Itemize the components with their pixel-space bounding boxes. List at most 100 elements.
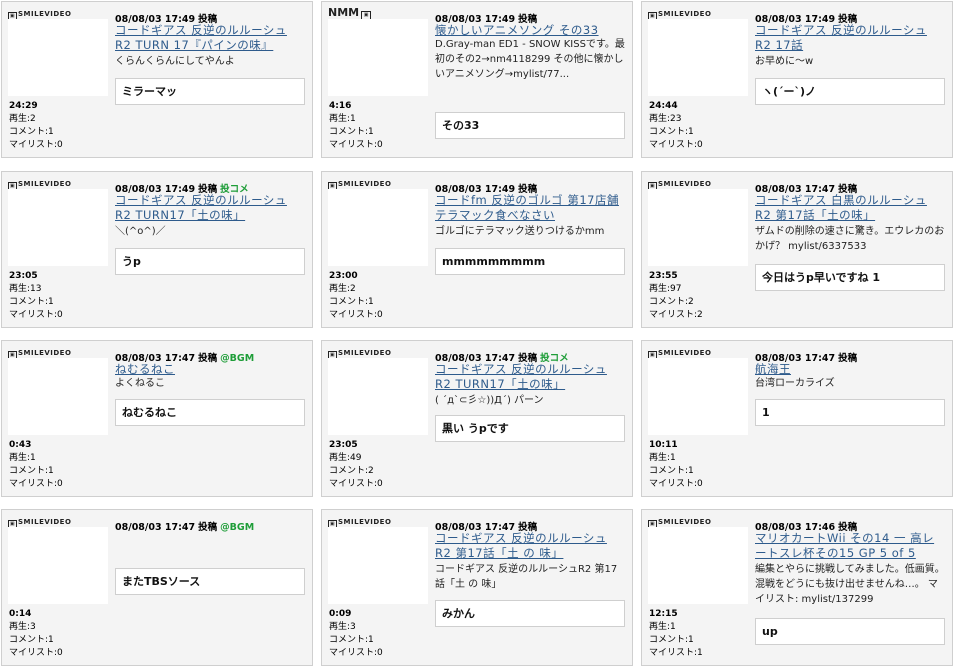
video-thumbnail[interactable]: [648, 358, 748, 435]
video-thumbnail[interactable]: [328, 358, 428, 435]
latest-comment-box: ミラーマッ: [115, 78, 305, 105]
video-thumbnail[interactable]: [648, 527, 748, 604]
video-title-link[interactable]: コードギアス 白黒のルルーシュ R2 第17話「土の味」: [755, 193, 945, 223]
mylist-count: マイリスト:0: [9, 140, 63, 150]
logo-text: SMILEVIDEO: [658, 518, 712, 526]
video-length: 23:00: [329, 271, 358, 281]
latest-comment-box: うp: [115, 248, 305, 275]
video-title-link[interactable]: コードギアス 反逆のルルーシュ R2 TURN17「土の味」: [435, 362, 625, 392]
mylist-count: マイリスト:0: [9, 310, 63, 320]
video-description: 台湾ローカライズ: [755, 378, 835, 389]
tag-badge: @BGM: [220, 522, 255, 533]
video-stats: 0:14 再生:3 コメント:1 マイリスト:0: [9, 608, 63, 660]
video-stats: 0:43 再生:1 コメント:1 マイリスト:0: [9, 439, 63, 491]
video-card: NMM ▣ 4:16 再生:1 コメント:1 マイリスト:0 08/08/03 17:49 投…: [321, 1, 633, 158]
latest-comment-box: ヽ(´ー`)ノ: [755, 78, 945, 105]
source-logo: ▣ SMILEVIDEO: [8, 349, 71, 360]
comment-count: コメント:1: [329, 297, 374, 307]
mylist-count: マイリスト:0: [329, 310, 383, 320]
logo-text: SMILEVIDEO: [338, 518, 392, 526]
video-thumbnail[interactable]: [8, 527, 108, 604]
play-count: 再生:1: [649, 453, 676, 463]
comment-count: コメント:2: [649, 297, 694, 307]
video-card: ▣ SMILEVIDEO 23:00 再生:2 コメント:1 マイリスト:0 08/08/0…: [321, 171, 633, 328]
video-stats: 4:16 再生:1 コメント:1 マイリスト:0: [329, 100, 383, 152]
video-thumbnail[interactable]: [8, 358, 108, 435]
comment-count: コメント:1: [9, 635, 54, 645]
play-count: 再生:1: [649, 622, 676, 632]
play-count: 再生:2: [9, 114, 36, 124]
mylist-count: マイリスト:2: [649, 310, 703, 320]
video-description: ザムドの削除の速さに驚き。エウレカのおかげ？ mylist/6337533: [755, 226, 945, 252]
latest-comment-box: 1: [755, 399, 945, 426]
mylist-count: マイリスト:0: [649, 140, 703, 150]
video-title-link[interactable]: コードギアス 反逆のルルーシュ R2 第17話「土 の 味」: [435, 531, 625, 561]
play-count: 再生:3: [9, 622, 36, 632]
video-card: ▣ SMILEVIDEO 12:15 再生:1 コメント:1 マイリスト:1 08/08/0…: [641, 509, 953, 666]
video-title-link[interactable]: コードギアス 反逆のルルーシュ R2 TURN17「土の味」: [115, 193, 305, 223]
video-thumbnail[interactable]: [328, 527, 428, 604]
video-title-link[interactable]: コードギアス 反逆のルルーシュ R2 TURN 17『パインの味』: [115, 23, 305, 53]
post-kind: 投稿: [198, 522, 218, 533]
video-thumbnail[interactable]: [648, 189, 748, 266]
video-description: 編集とやらに挑戦してみました。低画質。混戦をどうにも抜け出せませんね…。 マイリ…: [755, 564, 945, 605]
video-title-link[interactable]: コードfm 反逆のゴルゴ 第17店舗 テラマック食べなさい: [435, 193, 625, 223]
latest-comment-box: 今日はうp早いですね 1: [755, 264, 945, 291]
comment-count: コメント:1: [649, 466, 694, 476]
video-description: ゴルゴにテラマック送りつけるかmm: [435, 226, 605, 237]
mylist-count: マイリスト:0: [9, 479, 63, 489]
source-logo: ▣ SMILEVIDEO: [328, 349, 391, 360]
video-card: ▣ SMILEVIDEO 0:14 再生:3 コメント:1 マイリスト:0 08/08/03…: [1, 509, 313, 666]
video-card: ▣ SMILEVIDEO 24:44 再生:23 コメント:1 マイリスト:0 08/08/…: [641, 1, 953, 158]
video-length: 12:15: [649, 609, 678, 619]
video-length: 10:11: [649, 440, 678, 450]
video-length: 4:16: [329, 101, 352, 111]
video-description: D.Gray-man ED1 - SNOW KISSです。最初のその2→nm41…: [435, 39, 625, 80]
logo-text: SMILEVIDEO: [18, 10, 72, 18]
video-card: ▣ SMILEVIDEO 10:11 再生:1 コメント:1 マイリスト:0 08/08/0…: [641, 340, 953, 497]
video-length: 23:05: [9, 271, 38, 281]
comment-count: コメント:1: [329, 127, 374, 137]
video-title-link[interactable]: 懐かしいアニメソング その33: [435, 23, 625, 38]
video-description: お早めに～w: [755, 56, 814, 67]
video-thumbnail[interactable]: [328, 19, 428, 96]
video-thumbnail[interactable]: [8, 189, 108, 266]
source-logo: ▣ SMILEVIDEO: [328, 518, 392, 529]
source-logo: ▣ SMILEVIDEO: [8, 518, 72, 529]
video-card: ▣ SMILEVIDEO 0:09 再生:3 コメント:1 マイリスト:0 08/08/03…: [321, 509, 633, 666]
comment-count: コメント:1: [649, 635, 694, 645]
source-logo: ▣ SMILEVIDEO: [328, 180, 392, 191]
video-description: ( ´д`⊂彡☆))Д´) パーン: [435, 395, 544, 406]
video-title-link[interactable]: マリオカートWii その14 一 高レートスレ杯その15 GP 5 of 5: [755, 531, 945, 561]
video-title-link[interactable]: ねむるねこ: [115, 362, 305, 377]
video-card: ▣ SMILEVIDEO 0:43 再生:1 コメント:1 マイリスト:0 08/08/03…: [1, 340, 313, 497]
logo-text: SMILEVIDEO: [18, 518, 72, 526]
video-title-link[interactable]: コードギアス 反逆のルルーシュ R2 17話: [755, 23, 945, 53]
play-count: 再生:3: [329, 622, 356, 632]
video-thumbnail[interactable]: [328, 189, 428, 266]
video-stats: 24:29 再生:2 コメント:1 マイリスト:0: [9, 100, 63, 152]
comment-count: コメント:1: [9, 466, 54, 476]
video-thumbnail[interactable]: [8, 19, 108, 96]
logo-text: SMILEVIDEO: [338, 180, 392, 188]
logo-text: SMILEVIDEO: [658, 180, 712, 188]
video-stats: 24:44 再生:23 コメント:1 マイリスト:0: [649, 100, 703, 152]
video-length: 23:55: [649, 271, 678, 281]
video-card: ▣ SMILEVIDEO 23:55 再生:97 コメント:2 マイリスト:2 08/08/…: [641, 171, 953, 328]
video-card: ▣ SMILEVIDEO 24:29 再生:2 コメント:1 マイリスト:0 08/08/0…: [1, 1, 313, 158]
latest-comment-box: ねむるねこ: [115, 399, 305, 426]
play-count: 再生:1: [9, 453, 36, 463]
play-count: 再生:13: [9, 284, 42, 294]
comment-count: コメント:1: [9, 127, 54, 137]
latest-comment-box: mmmmmmmmm: [435, 248, 625, 275]
video-length: 0:09: [329, 609, 352, 619]
source-logo: ▣ SMILEVIDEO: [648, 518, 712, 529]
video-thumbnail[interactable]: [648, 19, 748, 96]
video-card: ▣ SMILEVIDEO 23:05 再生:13 コメント:1 マイリスト:0 08/08/…: [1, 171, 313, 328]
play-count: 再生:97: [649, 284, 682, 294]
video-title-link[interactable]: 航海王: [755, 362, 945, 377]
video-length: 24:29: [9, 101, 38, 111]
mylist-count: マイリスト:0: [329, 140, 383, 150]
video-stats: 12:15 再生:1 コメント:1 マイリスト:1: [649, 608, 703, 660]
video-stats: 0:09 再生:3 コメント:1 マイリスト:0: [329, 608, 383, 660]
